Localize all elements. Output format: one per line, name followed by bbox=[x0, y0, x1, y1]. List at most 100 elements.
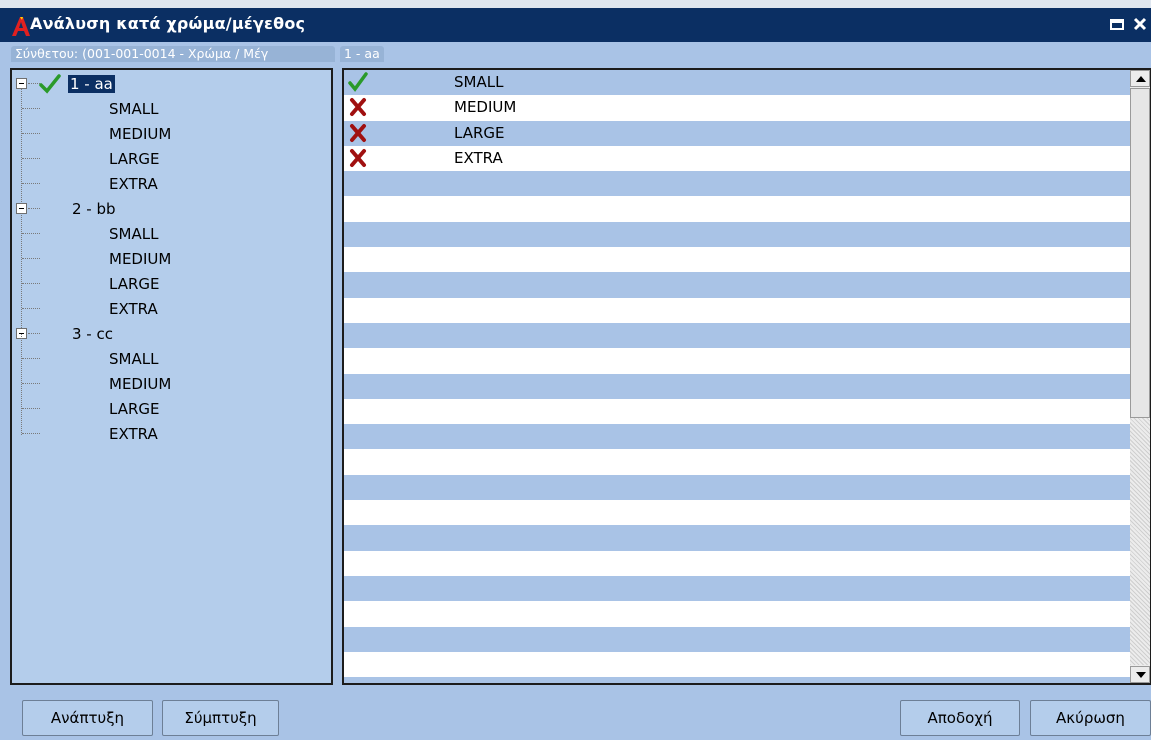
tree-leaf[interactable]: EXTRA bbox=[12, 297, 331, 321]
scroll-down-button[interactable] bbox=[1130, 666, 1150, 683]
empty-row bbox=[344, 550, 1132, 576]
tree-leaf-label: EXTRA bbox=[109, 425, 158, 443]
empty-row bbox=[344, 272, 1132, 298]
tree-leaf[interactable]: EXTRA bbox=[12, 422, 331, 446]
empty-row bbox=[344, 348, 1132, 374]
collapse-toggle-icon[interactable] bbox=[16, 78, 27, 89]
empty-row bbox=[344, 601, 1132, 627]
tree-connector bbox=[22, 433, 40, 434]
check-icon bbox=[348, 72, 368, 92]
maximize-icon[interactable] bbox=[1107, 14, 1127, 34]
tree-node-label: 1 - aa bbox=[68, 75, 115, 93]
scroll-thumb[interactable] bbox=[1130, 88, 1150, 418]
tree-connector bbox=[22, 158, 40, 159]
list-rows: SMALL MEDIUM LARGE EXTRA bbox=[344, 70, 1132, 683]
tree-connector bbox=[22, 133, 40, 134]
composite-group-label: Σύνθετου: (001-001-0014 - Χρώμα / Μέγ bbox=[11, 46, 335, 62]
window-title: Ανάλυση κατά χρώμα/μέγεθος bbox=[30, 14, 306, 33]
tree-leaf[interactable]: EXTRA bbox=[12, 172, 331, 196]
scroll-up-button[interactable] bbox=[1130, 70, 1150, 87]
button-bar: Ανάπτυξη Σύμπτυξη Αποδοχή Ακύρωση bbox=[0, 688, 1151, 740]
tree-node-label: 3 - cc bbox=[72, 325, 113, 343]
tree-leaf-label: SMALL bbox=[109, 100, 159, 118]
arrow-down-icon bbox=[1136, 672, 1146, 678]
collapse-button[interactable]: Σύμπτυξη bbox=[162, 700, 279, 736]
list-item-label: EXTRA bbox=[454, 148, 503, 167]
expand-button[interactable]: Ανάπτυξη bbox=[22, 700, 153, 736]
tree-leaf-label: LARGE bbox=[109, 150, 160, 168]
tree-leaf[interactable]: MEDIUM bbox=[12, 122, 331, 146]
size-status-list[interactable]: SMALL MEDIUM LARGE EXTRA bbox=[342, 68, 1151, 685]
empty-row bbox=[344, 474, 1132, 501]
check-icon bbox=[39, 74, 61, 94]
collapse-toggle-icon[interactable] bbox=[16, 203, 27, 214]
empty-row bbox=[344, 171, 1132, 197]
list-item[interactable]: LARGE bbox=[344, 120, 1132, 146]
list-item[interactable]: EXTRA bbox=[344, 145, 1132, 172]
tree-leaf-label: MEDIUM bbox=[109, 375, 172, 393]
title-bar[interactable]: Ανάλυση κατά χρώμα/μέγεθος bbox=[0, 8, 1151, 42]
tree-leaf-label: MEDIUM bbox=[109, 250, 172, 268]
tree-connector bbox=[28, 208, 40, 209]
color-size-tree[interactable]: 1 - aa SMALL MEDIUM LARGE EXTRA 2 - bb S… bbox=[10, 68, 333, 685]
list-item-label: SMALL bbox=[446, 70, 1132, 95]
list-item[interactable]: SMALL bbox=[344, 70, 1132, 96]
list-item[interactable]: MEDIUM bbox=[344, 95, 1132, 121]
empty-row bbox=[344, 626, 1132, 652]
tree-node-label: 2 - bb bbox=[72, 200, 116, 218]
accept-button[interactable]: Αποδοχή bbox=[900, 700, 1020, 736]
tree-leaf[interactable]: SMALL bbox=[12, 222, 331, 246]
tree-node-3[interactable]: 3 - cc bbox=[12, 322, 331, 346]
arrow-up-icon bbox=[1136, 76, 1146, 82]
tree-connector bbox=[22, 358, 40, 359]
top-strip bbox=[0, 0, 1151, 8]
cross-icon bbox=[350, 123, 366, 142]
close-icon[interactable] bbox=[1131, 14, 1149, 34]
tree-connector bbox=[22, 183, 40, 184]
tree-leaf[interactable]: SMALL bbox=[12, 97, 331, 121]
tree-connector bbox=[22, 258, 40, 259]
empty-row bbox=[344, 576, 1132, 602]
tree-connector bbox=[22, 233, 40, 234]
empty-row bbox=[344, 297, 1132, 323]
tree-connector bbox=[22, 283, 40, 284]
tree-leaf-label: MEDIUM bbox=[109, 125, 172, 143]
empty-row bbox=[344, 221, 1132, 248]
tree-leaf-label: LARGE bbox=[109, 400, 160, 418]
empty-row bbox=[344, 323, 1132, 349]
empty-row bbox=[344, 525, 1132, 551]
empty-row bbox=[344, 677, 1132, 683]
empty-row bbox=[344, 196, 1132, 222]
scroll-track[interactable] bbox=[1130, 418, 1150, 665]
tree-leaf[interactable]: MEDIUM bbox=[12, 372, 331, 396]
list-item-label: MEDIUM bbox=[454, 98, 517, 117]
selection-group-label: 1 - aa bbox=[340, 46, 384, 62]
tree-connector bbox=[22, 408, 40, 409]
tree-leaf[interactable]: MEDIUM bbox=[12, 247, 331, 271]
empty-row bbox=[344, 424, 1132, 450]
tree-leaf-label: EXTRA bbox=[109, 300, 158, 318]
tree-connector bbox=[22, 383, 40, 384]
tree-leaf[interactable]: SMALL bbox=[12, 347, 331, 371]
cancel-button[interactable]: Ακύρωση bbox=[1030, 700, 1151, 736]
empty-row bbox=[344, 449, 1132, 475]
tree-leaf-label: SMALL bbox=[109, 350, 159, 368]
vertical-scrollbar[interactable] bbox=[1130, 70, 1150, 683]
tree-leaf[interactable]: LARGE bbox=[12, 147, 331, 171]
empty-row bbox=[344, 651, 1132, 678]
tree-leaf-label: EXTRA bbox=[109, 175, 158, 193]
tree-leaf-label: LARGE bbox=[109, 275, 160, 293]
empty-row bbox=[344, 500, 1132, 526]
tree-connector bbox=[28, 333, 40, 334]
tree-node-1[interactable]: 1 - aa bbox=[12, 72, 331, 96]
tree-leaf[interactable]: LARGE bbox=[12, 397, 331, 421]
tree-leaf-label: SMALL bbox=[109, 225, 159, 243]
list-item-label: LARGE bbox=[454, 123, 505, 142]
tree-leaf[interactable]: LARGE bbox=[12, 272, 331, 296]
tree-node-2[interactable]: 2 - bb bbox=[12, 197, 331, 221]
cross-icon bbox=[350, 148, 366, 167]
tree-connector bbox=[22, 308, 40, 309]
cross-icon bbox=[350, 98, 366, 117]
empty-row bbox=[344, 247, 1132, 273]
empty-row bbox=[344, 373, 1132, 399]
